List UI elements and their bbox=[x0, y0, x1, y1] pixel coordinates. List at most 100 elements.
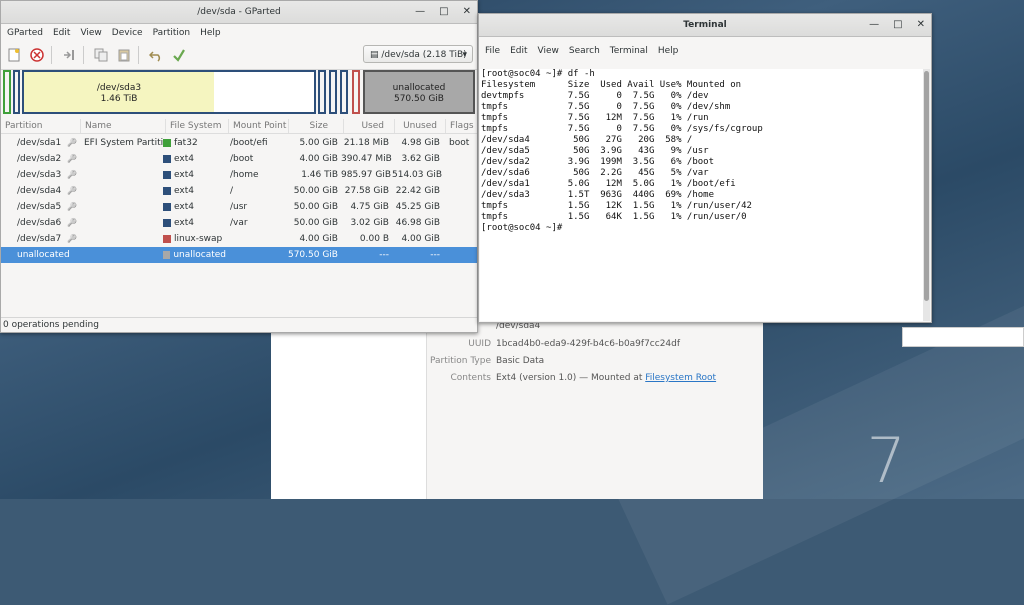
terminal-window: Terminal — □ ✕ File Edit View Search Ter… bbox=[478, 13, 932, 323]
table-row[interactable]: /dev/sda5 ext4/usr 50.00 GiB 4.75 GiB 45.25 … bbox=[1, 199, 477, 215]
gparted-toolbar: ▤ /dev/sda (2.18 TiB) ▾ bbox=[1, 41, 477, 70]
cell-filesystem: ext4 bbox=[163, 199, 226, 215]
table-row[interactable]: unallocated unallocated 570.50 GiB --- --- bbox=[1, 247, 477, 263]
fs-color-swatch bbox=[163, 203, 171, 211]
key-icon: 🔑 bbox=[67, 202, 77, 211]
term-menu-view[interactable]: View bbox=[534, 46, 565, 56]
delete-icon[interactable] bbox=[27, 45, 47, 65]
col-used[interactable]: Used bbox=[344, 119, 395, 133]
cell-unused: 46.98 GiB bbox=[395, 218, 440, 228]
cell-flags bbox=[443, 247, 477, 263]
terminal-titlebar[interactable]: Terminal — □ ✕ bbox=[479, 14, 931, 37]
menu-edit[interactable]: Edit bbox=[49, 28, 76, 38]
table-row[interactable]: /dev/sda1EFI System Partitionfat32/boot/… bbox=[1, 135, 477, 151]
maximize-icon[interactable]: □ bbox=[893, 14, 902, 36]
cell-filesystem: linux-swap bbox=[163, 231, 226, 247]
cell-used: --- bbox=[379, 250, 389, 260]
col-name[interactable]: Name bbox=[81, 119, 166, 133]
terminal-line: tmpfs 7.5G 0 7.5G 0% /sys/fs/cgroup bbox=[481, 124, 763, 134]
gparted-title: /dev/sda - GParted bbox=[197, 7, 281, 17]
cell-unused: 4.00 GiB bbox=[401, 234, 440, 244]
diskmap-sda2[interactable] bbox=[13, 70, 20, 114]
gparted-titlebar[interactable]: /dev/sda - GParted — □ ✕ bbox=[1, 1, 477, 24]
cell-mountpoint: / bbox=[230, 186, 234, 196]
disks-contents-label: Contents bbox=[450, 373, 491, 383]
diskmap-sda7[interactable] bbox=[352, 70, 360, 114]
col-size[interactable]: Size bbox=[289, 119, 344, 133]
copy-icon[interactable] bbox=[91, 45, 111, 65]
table-row[interactable]: /dev/sda2 ext4/boot 4.00 GiB 390.47 MiB 3.62… bbox=[1, 151, 477, 167]
minimize-icon[interactable]: — bbox=[415, 1, 425, 23]
partition-table-header: Partition Name File System Mount Point S… bbox=[1, 119, 477, 134]
cell-flags bbox=[443, 215, 477, 231]
cell-unused: 22.42 GiB bbox=[395, 186, 440, 196]
diskmap-sda6[interactable] bbox=[340, 70, 348, 114]
maximize-icon[interactable]: □ bbox=[439, 1, 448, 23]
close-icon[interactable]: ✕ bbox=[463, 1, 471, 23]
cell-flags bbox=[443, 199, 477, 215]
table-row[interactable]: /dev/sda6 ext4/var 50.00 GiB 3.02 GiB 46.98 … bbox=[1, 215, 477, 231]
term-menu-search[interactable]: Search bbox=[565, 46, 606, 56]
cell-name bbox=[81, 151, 163, 167]
disks-contents-value-wrap: Ext4 (version 1.0) — Mounted at Filesyst… bbox=[496, 373, 716, 383]
paste-icon[interactable] bbox=[114, 45, 134, 65]
key-icon: 🔑 bbox=[67, 218, 77, 227]
cell-mountpoint: /boot/efi bbox=[230, 138, 268, 148]
device-selector[interactable]: ▤ /dev/sda (2.18 TiB) ▾ bbox=[363, 45, 473, 63]
minimize-icon[interactable]: — bbox=[869, 14, 879, 36]
menu-gparted[interactable]: GParted bbox=[3, 28, 49, 38]
cell-name bbox=[81, 215, 163, 231]
filesystem-root-link[interactable]: Filesystem Root bbox=[645, 373, 716, 383]
apply-icon[interactable] bbox=[169, 45, 189, 65]
menu-partition[interactable]: Partition bbox=[149, 28, 197, 38]
undo-icon[interactable] bbox=[146, 45, 166, 65]
fs-label: ext4 bbox=[174, 186, 194, 196]
key-icon: 🔑 bbox=[67, 234, 77, 243]
new-icon[interactable] bbox=[4, 45, 24, 65]
menu-help[interactable]: Help bbox=[196, 28, 227, 38]
col-filesystem[interactable]: File System bbox=[166, 119, 229, 133]
diskmap-sda5[interactable] bbox=[329, 70, 337, 114]
diskmap-sda1[interactable] bbox=[3, 70, 11, 114]
fs-color-swatch bbox=[163, 251, 171, 259]
term-menu-terminal[interactable]: Terminal bbox=[606, 46, 654, 56]
table-row[interactable]: /dev/sda7 linux-swap 4.00 GiB 0.00 B 4.00 Gi… bbox=[1, 231, 477, 247]
diskmap-unallocated[interactable]: unallocated 570.50 GiB bbox=[363, 70, 475, 114]
terminal-scrollbar[interactable] bbox=[923, 69, 930, 321]
diskmap-unalloc-size: 570.50 GiB bbox=[393, 94, 444, 104]
disks-contents-value: Ext4 (version 1.0) — Mounted at bbox=[496, 373, 646, 383]
drive-icon: ▤ bbox=[370, 50, 379, 60]
chevron-down-icon: ▾ bbox=[462, 50, 467, 60]
term-menu-file[interactable]: File bbox=[481, 46, 506, 56]
menu-view[interactable]: View bbox=[76, 28, 107, 38]
cell-used: 4.75 GiB bbox=[350, 202, 389, 212]
term-menu-edit[interactable]: Edit bbox=[506, 46, 533, 56]
col-partition[interactable]: Partition bbox=[1, 119, 81, 133]
terminal-line: /dev/sda2 3.9G 199M 3.5G 6% /boot bbox=[481, 157, 714, 167]
cell-flags bbox=[443, 231, 477, 247]
col-unused[interactable]: Unused bbox=[395, 119, 446, 133]
toolbar-separator bbox=[51, 46, 52, 64]
menu-device[interactable]: Device bbox=[108, 28, 149, 38]
terminal-line: [root@soc04 ~]# bbox=[481, 223, 563, 233]
terminal-window-buttons: — □ ✕ bbox=[869, 14, 925, 36]
cell-flags bbox=[443, 151, 477, 167]
col-mountpoint[interactable]: Mount Point bbox=[229, 119, 289, 133]
diskmap-unalloc-label: unallocated bbox=[392, 83, 446, 93]
terminal-scroll-thumb[interactable] bbox=[924, 71, 929, 301]
close-icon[interactable]: ✕ bbox=[917, 14, 925, 36]
terminal-line: /dev/sda5 50G 3.9G 43G 9% /usr bbox=[481, 146, 709, 156]
diskmap-sda4[interactable] bbox=[318, 70, 326, 114]
cell-size: 1.46 TiB bbox=[301, 170, 338, 180]
cell-used: 27.58 GiB bbox=[344, 186, 389, 196]
diskmap-sda3[interactable]: /dev/sda3 1.46 TiB bbox=[22, 70, 316, 114]
term-menu-help[interactable]: Help bbox=[654, 46, 685, 56]
col-flags[interactable]: Flags bbox=[446, 119, 477, 133]
table-row[interactable]: /dev/sda3 ext4/home 1.46 TiB 985.97 GiB 514.… bbox=[1, 167, 477, 183]
toolbar-separator bbox=[138, 46, 139, 64]
table-row[interactable]: /dev/sda4 ext4/50.00 GiB 27.58 GiB 22.42 Gi… bbox=[1, 183, 477, 199]
terminal-line: [root@soc04 ~]# df -h bbox=[481, 69, 595, 79]
cell-unused: --- bbox=[430, 250, 440, 260]
terminal-output[interactable]: [root@soc04 ~]# df -h Filesystem Size Use… bbox=[480, 69, 923, 321]
resize-icon[interactable] bbox=[59, 45, 79, 65]
